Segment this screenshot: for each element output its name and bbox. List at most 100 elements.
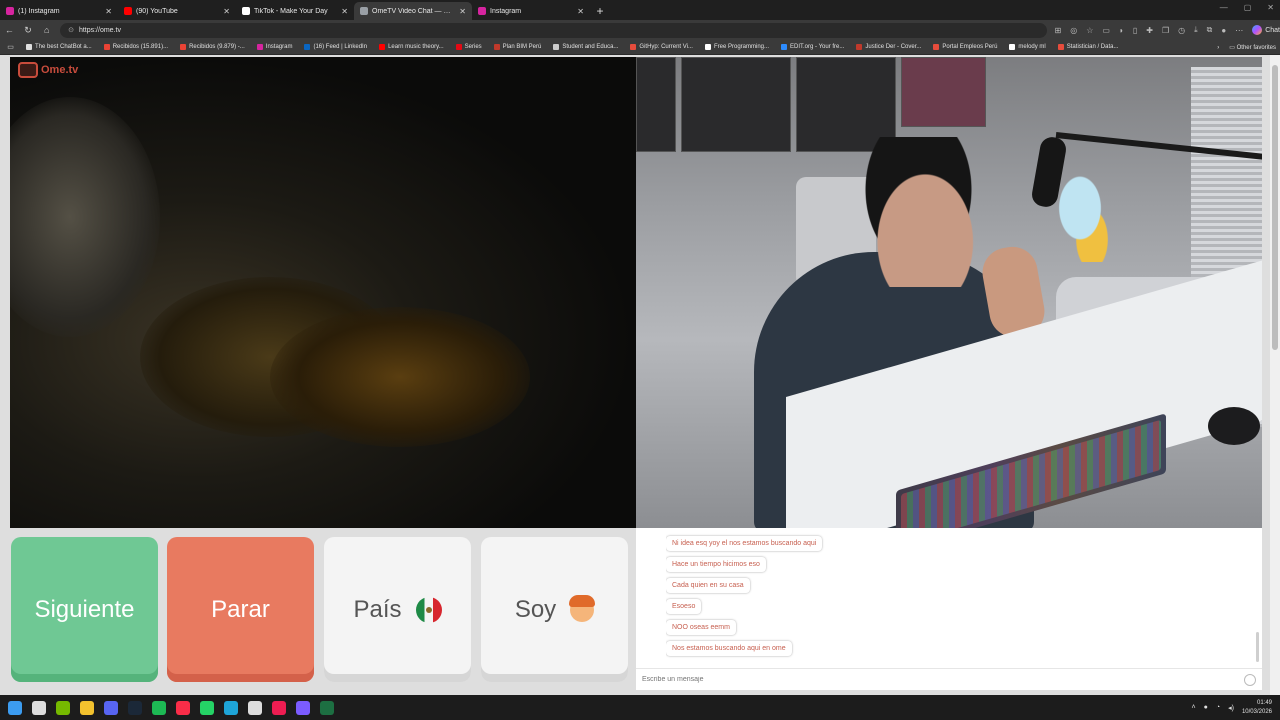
bookmark-item[interactable]: Learn music theory...: [373, 44, 450, 50]
chat-message: Cada quien en su casa: [666, 578, 750, 593]
more-menu-icon[interactable]: ⋯: [1235, 26, 1243, 35]
tab-close-icon[interactable]: ✕: [459, 7, 466, 16]
copilot-icon: [1252, 25, 1263, 35]
site-info-icon[interactable]: ⊙: [68, 26, 74, 34]
gender-select-button[interactable]: Soy: [481, 537, 628, 682]
obs-icon[interactable]: [296, 700, 310, 715]
extension-icon[interactable]: ✚: [1146, 26, 1153, 35]
tab-close-icon[interactable]: ✕: [223, 7, 230, 16]
address-bar-row: ← ↻ ⌂ ⊙ https://ome.tv ⊞ ◎ ☆ ▭ ◗ ▯ ✚ ❐ ◷…: [0, 20, 1280, 40]
chrome-icon[interactable]: [248, 700, 262, 715]
bookmark-item[interactable]: (16) Feed | LinkedIn: [298, 44, 373, 50]
bookmark-item[interactable]: The best ChatBot a...: [20, 44, 98, 50]
bookmark-item[interactable]: GitHyp: Current Vi...: [624, 44, 699, 50]
nvidia-icon[interactable]: [56, 700, 70, 715]
bookmark-item[interactable]: Series: [450, 44, 488, 50]
message-list[interactable]: Ni idea esq yoy el nos estamos buscando …: [666, 528, 1246, 666]
excel-icon[interactable]: [320, 700, 334, 715]
bookmark-item[interactable]: Statistician / Data...: [1052, 44, 1125, 50]
volume-icon[interactable]: ◂): [1228, 704, 1234, 712]
bookmark-item[interactable]: Free Programming...: [699, 44, 775, 50]
extensions-puzzle-icon[interactable]: ⧉: [1207, 25, 1213, 35]
browser-tab[interactable]: TikTok - Make Your Day ✕: [236, 2, 354, 20]
spotify-icon[interactable]: [152, 700, 166, 715]
next-label: Siguiente: [34, 595, 135, 623]
tab-close-icon[interactable]: ✕: [105, 7, 112, 16]
chevron-right-icon[interactable]: ›: [1217, 45, 1219, 51]
chevron-up-icon[interactable]: ˄: [1192, 704, 1196, 711]
camera-in-use-icon[interactable]: ▭: [1102, 26, 1110, 35]
mic-icon[interactable]: ●: [1204, 704, 1208, 711]
collections-icon[interactable]: ❐: [1162, 26, 1169, 35]
tab-title: Instagram: [490, 7, 522, 15]
url-field[interactable]: ⊙ https://ome.tv: [60, 22, 1047, 38]
downloads-icon[interactable]: ⤓: [1194, 25, 1198, 35]
country-filter-button[interactable]: País: [324, 537, 471, 682]
bookmark-favicon-icon: [933, 44, 940, 50]
system-tray: ˄ ● ◔ ◂) 01:49 10/03/2026: [1192, 695, 1272, 720]
file-explorer-icon[interactable]: [80, 700, 94, 715]
chat-label: Chat: [1265, 26, 1280, 34]
message-input[interactable]: [642, 676, 1202, 683]
whatsapp-icon[interactable]: [200, 700, 214, 715]
browser-tab[interactable]: Instagram ✕: [472, 2, 590, 20]
next-button[interactable]: Siguiente: [11, 537, 158, 682]
windows-start-icon[interactable]: [8, 700, 22, 715]
network-icon[interactable]: ◔: [1216, 704, 1220, 711]
history-icon[interactable]: ◷: [1178, 26, 1185, 35]
apple-music-icon[interactable]: [176, 700, 190, 715]
bookmark-label: EDIT.org - Your fre...: [790, 44, 845, 50]
maximize-icon[interactable]: ▢: [1244, 3, 1252, 12]
mexico-flag-icon: [415, 596, 442, 623]
tiktok-icon[interactable]: [272, 700, 286, 715]
clock[interactable]: 01:49 10/03/2026: [1242, 699, 1272, 717]
browser-tab[interactable]: (1) Instagram ✕: [0, 2, 118, 20]
browser-tab[interactable]: (90) YouTube ✕: [118, 2, 236, 20]
bookmark-item[interactable]: Portal Empleos Perú: [927, 44, 1003, 50]
gender-label: Soy: [514, 595, 557, 623]
emoji-icon[interactable]: [1244, 674, 1256, 686]
bookmark-item[interactable]: EDIT.org - Your fre...: [775, 44, 850, 50]
bookmark-item[interactable]: melody ml: [1003, 44, 1051, 50]
bookmark-item[interactable]: Justice Der - Cover...: [850, 44, 927, 50]
app-available-icon[interactable]: ⊞: [1055, 26, 1062, 35]
bookmark-item[interactable]: Instagram: [251, 44, 299, 50]
new-tab-button[interactable]: +: [590, 2, 610, 20]
copilot-chat-button[interactable]: Chat: [1252, 25, 1280, 35]
reload-icon[interactable]: ↻: [23, 25, 34, 36]
bookmark-favicon-icon: [1057, 44, 1064, 50]
edge-icon[interactable]: [224, 700, 238, 715]
favorite-star-icon[interactable]: ☆: [1086, 26, 1093, 35]
read-aloud-icon[interactable]: ◗: [1119, 26, 1124, 35]
bookmark-item[interactable]: Plan BIM Perú: [488, 44, 548, 50]
home-icon[interactable]: ⌂: [41, 25, 52, 35]
url-text: https://ome.tv: [78, 26, 121, 34]
stop-button[interactable]: Parar: [167, 537, 314, 682]
page-scrollbar[interactable]: [1270, 55, 1280, 695]
tab-title: TikTok - Make Your Day: [254, 7, 328, 15]
profile-avatar[interactable]: ●: [1221, 26, 1226, 35]
back-icon[interactable]: ←: [4, 25, 15, 35]
other-favorites-button[interactable]: ▭ Other favorites: [1229, 44, 1276, 51]
bookmark-item[interactable]: Recibidos (9.879) -...: [174, 44, 251, 50]
ometv-logo[interactable]: Ome.tv: [18, 62, 78, 78]
bookmark-item[interactable]: Student and Educa...: [547, 44, 624, 50]
search-icon[interactable]: [32, 700, 46, 715]
tab-close-icon[interactable]: ✕: [577, 7, 584, 16]
chat-scrollbar[interactable]: [1256, 632, 1259, 662]
discord-icon[interactable]: [104, 700, 118, 715]
split-screen-icon[interactable]: ▯: [1133, 26, 1137, 35]
bookmarks-menu-icon[interactable]: ▭: [5, 43, 16, 51]
tab-close-icon[interactable]: ✕: [341, 7, 348, 16]
plush-toy: [1056, 172, 1116, 262]
bookmark-favicon-icon: [379, 44, 386, 50]
scrollbar-thumb[interactable]: [1272, 65, 1278, 350]
bookmark-item[interactable]: Recibidos (15.891)...: [98, 44, 174, 50]
close-window-icon[interactable]: ✕: [1267, 3, 1274, 12]
country-label: País: [353, 595, 402, 623]
steam-icon[interactable]: [128, 700, 142, 715]
browser-tab[interactable]: OmeTV Video Chat — Omeg ✕: [354, 2, 472, 20]
tracking-icon[interactable]: ◎: [1070, 26, 1077, 35]
wall-poster: [681, 57, 791, 152]
minimize-icon[interactable]: —: [1220, 3, 1228, 12]
